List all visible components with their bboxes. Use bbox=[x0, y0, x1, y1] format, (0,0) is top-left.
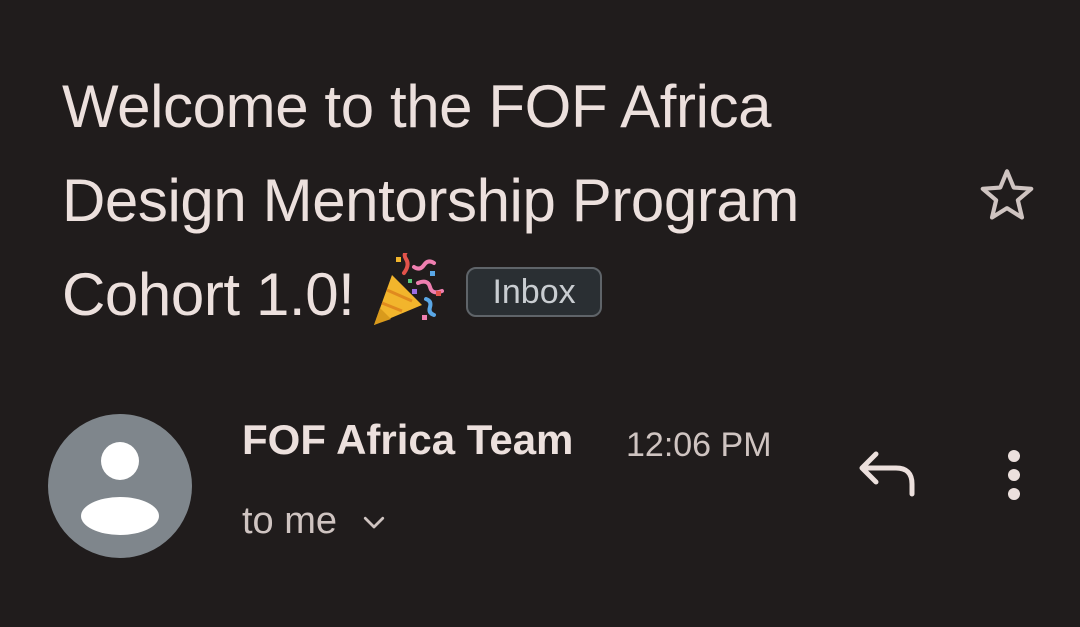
star-icon[interactable] bbox=[976, 164, 1038, 226]
person-icon bbox=[81, 442, 159, 535]
subject-line-3-wrap: Cohort 1.0! Inbox bbox=[62, 248, 942, 342]
sent-time: 12:06 PM bbox=[626, 426, 772, 464]
sender-avatar[interactable] bbox=[48, 414, 192, 558]
subject-line-3: Cohort 1.0! bbox=[62, 261, 355, 328]
sender-name[interactable]: FOF Africa Team bbox=[242, 416, 573, 464]
subject-line-2: Design Mentorship Program bbox=[62, 167, 799, 234]
party-popper-icon bbox=[374, 253, 445, 325]
subject-line-1: Welcome to the FOF Africa bbox=[62, 73, 772, 140]
recipient-label: to me bbox=[242, 500, 338, 542]
more-vert-icon[interactable] bbox=[996, 446, 1032, 504]
recipient-details-toggle[interactable]: to me bbox=[242, 500, 389, 543]
inbox-label-chip[interactable]: Inbox bbox=[466, 267, 602, 317]
chevron-down-icon bbox=[363, 516, 385, 528]
reply-icon[interactable] bbox=[856, 446, 920, 502]
email-subject: Welcome to the FOF Africa Design Mentors… bbox=[62, 60, 942, 342]
